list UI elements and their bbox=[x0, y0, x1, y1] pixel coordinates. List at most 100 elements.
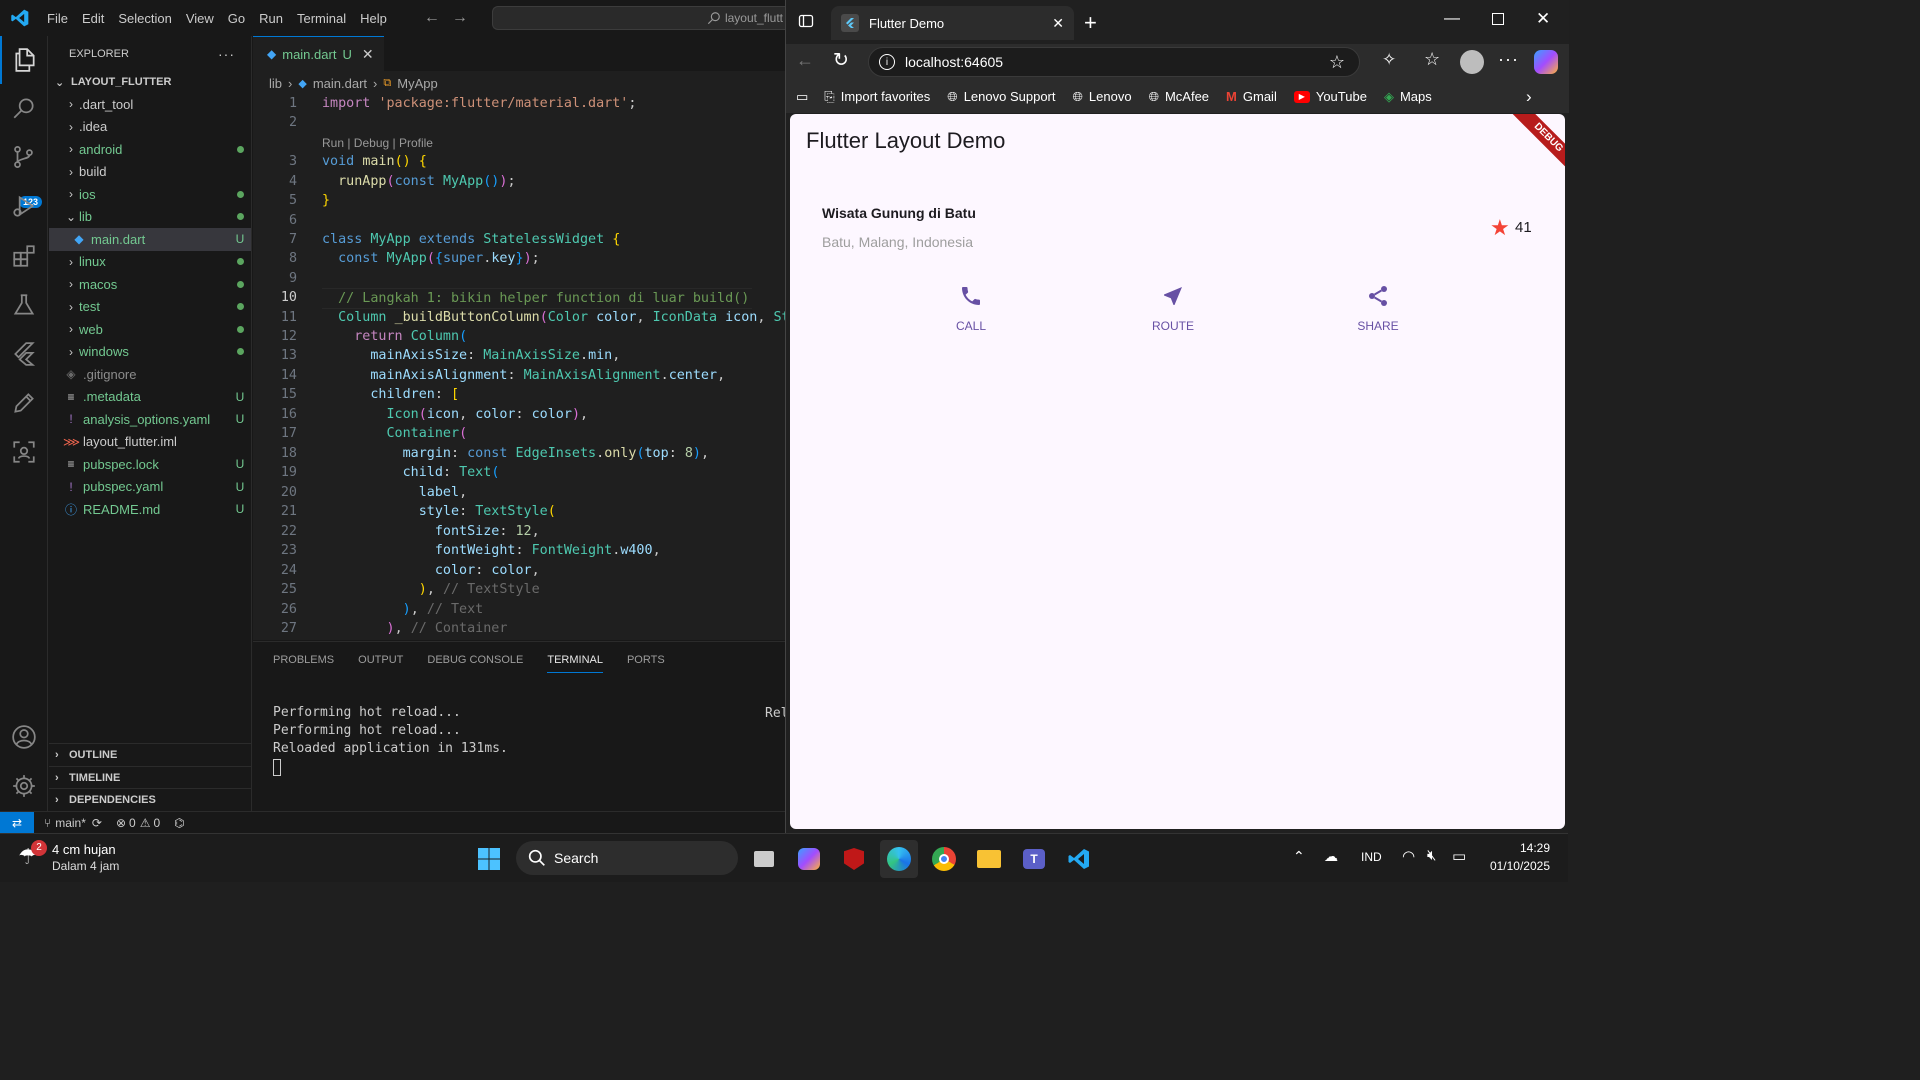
accounts-icon[interactable] bbox=[0, 713, 48, 761]
menu-help[interactable]: Help bbox=[353, 11, 394, 26]
command-center[interactable]: layout_flutt bbox=[492, 6, 785, 30]
call-button[interactable]: CALL bbox=[950, 284, 992, 333]
tree-item-macos[interactable]: › macos bbox=[49, 273, 251, 296]
start-button-icon[interactable] bbox=[470, 840, 508, 878]
tab-ports[interactable]: PORTS bbox=[627, 654, 665, 666]
volume-muted-icon[interactable]: 🔇︎ bbox=[1427, 847, 1436, 864]
fav-mcafee[interactable]: 🌐︎ McAfee bbox=[1149, 89, 1209, 105]
browser-tab-active[interactable]: Flutter Demo ✕ bbox=[831, 6, 1074, 40]
clock-date[interactable]: 01/10/2025 bbox=[1480, 859, 1550, 873]
remote-explorer-icon[interactable] bbox=[0, 428, 48, 476]
fav-lenovo-support[interactable]: 🌐︎ Lenovo Support bbox=[947, 89, 1055, 105]
remote-indicator-icon[interactable]: ⇄ bbox=[0, 811, 34, 834]
tab-problems[interactable]: PROBLEMS bbox=[273, 654, 334, 666]
menu-file[interactable]: File bbox=[40, 11, 75, 26]
more-menu-icon[interactable]: ··· bbox=[1498, 49, 1519, 70]
more-actions-icon[interactable]: ··· bbox=[218, 46, 235, 62]
explorer-icon[interactable] bbox=[0, 36, 48, 84]
language-indicator[interactable]: IND bbox=[1361, 850, 1382, 864]
search-icon[interactable] bbox=[0, 84, 48, 132]
chevron-up-icon[interactable]: ⌃ bbox=[1293, 848, 1305, 865]
tree-item-pubspec-yaml[interactable]: ! pubspec.yaml U bbox=[49, 476, 251, 499]
tree-item-README-md[interactable]: ⓘ README.md U bbox=[49, 498, 251, 521]
onedrive-error-icon[interactable]: ☁ bbox=[1324, 848, 1338, 865]
chrome-icon[interactable] bbox=[925, 840, 963, 878]
fav-lenovo[interactable]: 🌐︎ Lenovo bbox=[1073, 89, 1132, 105]
tab-actions-icon[interactable] bbox=[798, 13, 814, 34]
menu-edit[interactable]: Edit bbox=[75, 11, 111, 26]
source-control-icon[interactable] bbox=[0, 133, 48, 181]
maximize-icon[interactable] bbox=[1492, 13, 1504, 25]
battery-icon[interactable]: ▭ bbox=[1452, 847, 1466, 865]
tab-output[interactable]: OUTPUT bbox=[358, 654, 403, 666]
weather-line2[interactable]: Dalam 4 jam bbox=[52, 859, 119, 873]
flutter-icon[interactable] bbox=[0, 330, 48, 378]
tab-debug-console[interactable]: DEBUG CONSOLE bbox=[427, 654, 523, 666]
testing-icon[interactable] bbox=[0, 281, 48, 329]
file-explorer-icon[interactable] bbox=[970, 840, 1008, 878]
chevron-right-icon[interactable]: › bbox=[1526, 87, 1532, 107]
tree-item-dart-tool[interactable]: › .dart_tool bbox=[49, 93, 251, 116]
taskbar-search[interactable]: Search bbox=[516, 841, 738, 875]
tab-main-dart[interactable]: ◆ main.dart U ✕ bbox=[253, 36, 384, 71]
tree-item-layout-flutter-iml[interactable]: ⋙ layout_flutter.iml bbox=[49, 431, 251, 454]
tree-item-lib[interactable]: ⌄ lib bbox=[49, 206, 251, 229]
warning-icon[interactable]: ⚠ bbox=[140, 816, 151, 830]
tree-item-idea[interactable]: › .idea bbox=[49, 116, 251, 139]
sync-icon[interactable]: ⟳ bbox=[92, 816, 102, 830]
extensions-icon[interactable]: ✧ bbox=[1382, 50, 1396, 70]
tree-item-ios[interactable]: › ios bbox=[49, 183, 251, 206]
run-debug-icon[interactable] bbox=[0, 182, 48, 230]
task-view-icon[interactable] bbox=[745, 840, 783, 878]
profile-avatar-icon[interactable] bbox=[1460, 50, 1484, 74]
timeline-section[interactable]: › TIMELINE bbox=[49, 766, 252, 788]
vscode-app-icon[interactable] bbox=[1060, 840, 1098, 878]
menu-view[interactable]: View bbox=[179, 11, 221, 26]
close-window-icon[interactable]: ✕ bbox=[1536, 9, 1550, 29]
clock-time[interactable]: 14:29 bbox=[1490, 841, 1550, 855]
mcafee-icon[interactable] bbox=[835, 840, 873, 878]
close-tab-icon[interactable]: ✕ bbox=[1052, 15, 1064, 32]
tree-item-pubspec-lock[interactable]: ≡ pubspec.lock U bbox=[49, 453, 251, 476]
favorite-star-icon[interactable]: ☆ bbox=[1329, 52, 1345, 73]
fav-gmail[interactable]: M Gmail bbox=[1226, 89, 1277, 104]
menu-run[interactable]: Run bbox=[252, 11, 290, 26]
new-tab-icon[interactable]: + bbox=[1084, 10, 1097, 36]
tree-item-test[interactable]: › test bbox=[49, 296, 251, 319]
breadcrumb-file[interactable]: main.dart bbox=[313, 76, 367, 91]
dependencies-section[interactable]: › DEPENDENCIES bbox=[49, 788, 252, 810]
minimize-icon[interactable]: — bbox=[1444, 10, 1460, 28]
tree-item-linux[interactable]: › linux bbox=[49, 251, 251, 274]
nav-back-icon[interactable]: ← bbox=[424, 9, 440, 27]
tree-item-build[interactable]: › build bbox=[49, 161, 251, 184]
tree-item-gitignore[interactable]: ◈ .gitignore bbox=[49, 363, 251, 386]
teams-icon[interactable]: T bbox=[1015, 840, 1053, 878]
copilot-app-icon[interactable] bbox=[790, 840, 828, 878]
tab-terminal[interactable]: TERMINAL bbox=[547, 646, 603, 673]
warning-count[interactable]: 0 bbox=[153, 816, 160, 830]
menu-go[interactable]: Go bbox=[221, 11, 252, 26]
collections-icon[interactable]: ▭ bbox=[796, 89, 808, 105]
outline-section[interactable]: › OUTLINE bbox=[49, 743, 252, 765]
wifi-icon[interactable]: ◠ bbox=[1402, 847, 1415, 865]
debug-icon[interactable]: ⌬ bbox=[174, 816, 184, 830]
tree-item-metadata[interactable]: ≡ .metadata U bbox=[49, 386, 251, 409]
menu-selection[interactable]: Selection bbox=[111, 11, 178, 26]
tree-item-analysis-options-yaml[interactable]: ! analysis_options.yaml U bbox=[49, 408, 251, 431]
close-tab-icon[interactable]: ✕ bbox=[362, 46, 374, 63]
tree-item-web[interactable]: › web bbox=[49, 318, 251, 341]
address-bar[interactable]: i localhost:64605 ☆ bbox=[868, 47, 1360, 77]
refresh-icon[interactable]: ↻ bbox=[833, 49, 849, 72]
site-info-icon[interactable]: i bbox=[879, 54, 895, 70]
fav-maps[interactable]: ◈ Maps bbox=[1384, 89, 1432, 105]
copilot-icon[interactable] bbox=[1534, 50, 1558, 74]
fav-youtube[interactable]: ▶ YouTube bbox=[1293, 89, 1367, 104]
tree-item-main-dart[interactable]: ◆ main.dart U bbox=[49, 228, 251, 251]
settings-gear-icon[interactable] bbox=[0, 762, 48, 810]
error-icon[interactable]: ⊗ bbox=[116, 816, 126, 830]
favorites-icon[interactable]: ☆ bbox=[1424, 49, 1440, 70]
project-root[interactable]: ⌄ LAYOUT_FLUTTER bbox=[49, 71, 251, 93]
error-count[interactable]: 0 bbox=[129, 816, 136, 830]
tree-item-windows[interactable]: › windows bbox=[49, 341, 251, 364]
terminal-output[interactable]: Performing hot reload... Performing hot … bbox=[273, 704, 508, 776]
